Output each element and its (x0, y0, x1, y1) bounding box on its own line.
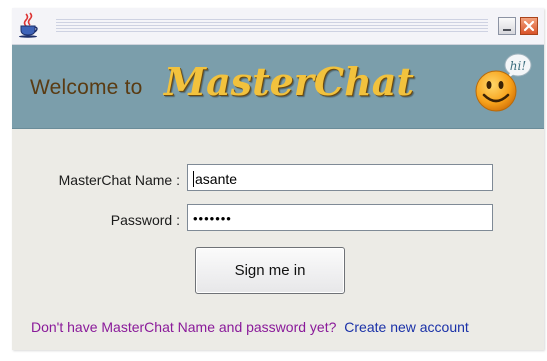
smiley-hi-icon: hi! (475, 53, 532, 112)
welcome-banner: Welcome to MasterChat hi! (12, 45, 544, 129)
java-cup-icon[interactable] (18, 12, 40, 38)
sign-in-button[interactable]: Sign me in (195, 247, 345, 294)
minimize-button[interactable] (498, 17, 516, 35)
name-label: MasterChat Name : (58, 172, 180, 188)
speech-bubble-text: hi! (510, 59, 527, 73)
close-button[interactable] (520, 17, 538, 35)
signup-footer: Don't have MasterChat Name and password … (31, 319, 469, 335)
title-bar-grip[interactable] (56, 19, 488, 33)
close-icon (523, 20, 535, 32)
login-form: MasterChat Name : asante Password : ••••… (12, 128, 544, 350)
name-value: asante (195, 171, 238, 187)
signup-prompt: Don't have MasterChat Name and password … (31, 319, 337, 335)
login-window: Welcome to MasterChat hi! MasterChat Nam… (12, 8, 544, 350)
text-caret (193, 171, 194, 187)
title-bar[interactable] (12, 8, 544, 45)
brand-logo-text: MasterChat (164, 59, 414, 104)
create-account-link[interactable]: Create new account (344, 319, 469, 335)
password-label: Password : (110, 212, 180, 228)
name-field[interactable]: asante (187, 164, 493, 191)
password-field[interactable]: ••••••• (187, 204, 493, 231)
welcome-text: Welcome to (30, 76, 143, 99)
password-value: ••••••• (193, 211, 232, 226)
